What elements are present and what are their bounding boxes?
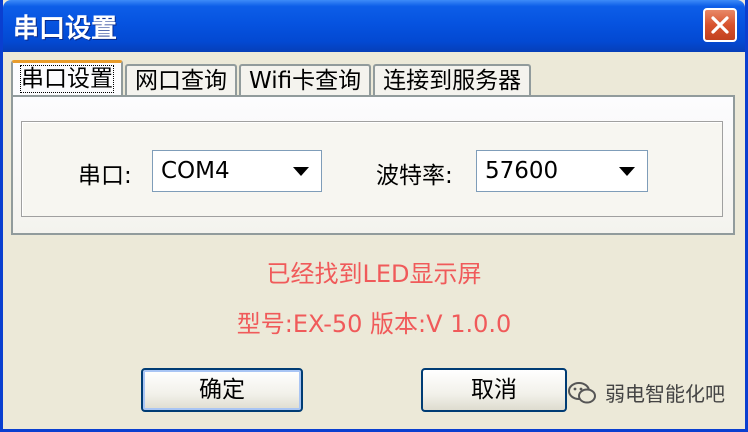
tab-connect-server[interactable]: 连接到服务器: [373, 64, 532, 96]
tab-network-query[interactable]: 网口查询: [125, 64, 237, 96]
status-found-led: 已经找到LED显示屏: [266, 260, 482, 288]
tab-panel-serial: 串口: COM4 波特率: 57600: [11, 95, 735, 235]
status-model-version: 型号:EX-50 版本:V 1.0.0: [236, 310, 512, 338]
chevron-down-icon[interactable]: [293, 167, 309, 176]
serial-groupbox: 串口: COM4 波特率: 57600: [21, 121, 723, 217]
tab-serial-settings[interactable]: 串口设置: [11, 60, 123, 96]
watermark-text: 弱电智能化吧: [605, 382, 725, 406]
ok-button[interactable]: 确定: [141, 368, 303, 412]
dialog-window: 串口设置 串口设置 网口查询 Wifi卡查询 连接到服务器 串口: COM4 波…: [0, 0, 748, 432]
chat-bubble-icon: [568, 381, 596, 403]
tab-wifi-query[interactable]: Wifi卡查询: [239, 64, 372, 96]
tab-label: 网口查询: [135, 68, 227, 94]
tab-strip: 串口设置 网口查询 Wifi卡查询 连接到服务器: [11, 60, 533, 96]
port-label: 串口:: [78, 163, 132, 189]
tab-label: 串口设置: [20, 65, 114, 93]
window-title: 串口设置: [13, 14, 118, 44]
watermark: 弱电智能化吧: [567, 378, 725, 407]
cancel-button[interactable]: 取消: [421, 368, 567, 412]
port-select-value: COM4: [161, 158, 230, 184]
tab-label: Wifi卡查询: [249, 68, 362, 94]
baud-label: 波特率:: [376, 163, 453, 189]
close-icon: [711, 16, 729, 34]
baud-select[interactable]: 57600: [476, 150, 648, 192]
port-select[interactable]: COM4: [152, 150, 322, 192]
title-bar[interactable]: 串口设置: [3, 0, 745, 52]
chevron-down-icon[interactable]: [619, 167, 635, 176]
close-button[interactable]: [703, 8, 737, 42]
tab-label: 连接到服务器: [383, 68, 522, 94]
baud-select-value: 57600: [485, 158, 559, 184]
